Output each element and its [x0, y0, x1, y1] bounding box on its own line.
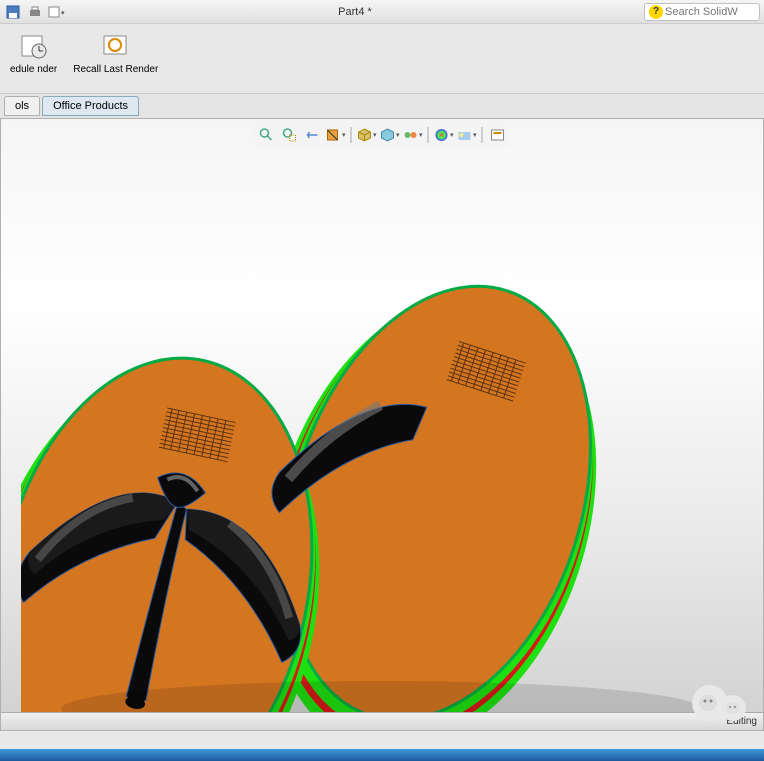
ribbon-toolbar: edule nder Recall Last Render — [0, 24, 764, 94]
recall-render-icon — [100, 30, 132, 62]
options-dropdown-icon[interactable]: ▾ — [48, 3, 66, 21]
search-box[interactable]: ? — [644, 3, 760, 21]
schedule-render-icon — [18, 30, 50, 62]
view-orientation-icon[interactable] — [357, 125, 377, 145]
recall-last-render-button[interactable]: Recall Last Render — [71, 28, 160, 77]
tab-bar: ols Office Products — [0, 94, 764, 118]
viewport-frame: Editing — [0, 118, 764, 731]
save-icon[interactable] — [4, 3, 22, 21]
wechat-watermark — [692, 685, 746, 721]
separator — [351, 127, 352, 143]
svg-text:▾: ▾ — [61, 10, 65, 17]
previous-view-icon[interactable] — [303, 125, 323, 145]
schedule-render-button[interactable]: edule nder — [8, 28, 59, 77]
view-settings-icon[interactable] — [488, 125, 508, 145]
status-bar: Editing — [1, 712, 763, 730]
display-style-icon[interactable] — [380, 125, 400, 145]
zoom-area-icon[interactable] — [280, 125, 300, 145]
separator — [482, 127, 483, 143]
tab-tools[interactable]: ols — [4, 96, 40, 116]
zoom-fit-icon[interactable] — [257, 125, 277, 145]
view-toolbar — [255, 123, 510, 147]
titlebar-quick-icons: ▾ — [4, 3, 66, 21]
title-bar: ▾ Part4 * ? — [0, 0, 764, 24]
help-icon[interactable]: ? — [649, 5, 663, 19]
tab-office-products[interactable]: Office Products — [42, 96, 139, 116]
hide-show-icon[interactable] — [403, 125, 423, 145]
print-icon[interactable] — [26, 3, 44, 21]
search-input[interactable] — [665, 6, 755, 18]
3d-viewport[interactable] — [1, 119, 763, 730]
separator — [428, 127, 429, 143]
schedule-render-label: edule nder — [10, 64, 57, 75]
windows-taskbar — [0, 749, 764, 761]
recall-render-label: Recall Last Render — [73, 64, 158, 75]
section-view-icon[interactable] — [326, 125, 346, 145]
3d-model-sandals — [21, 179, 741, 730]
apply-scene-icon[interactable] — [457, 125, 477, 145]
document-title: Part4 * — [66, 6, 644, 18]
wechat-icon-small — [720, 695, 746, 721]
edit-appearance-icon[interactable] — [434, 125, 454, 145]
